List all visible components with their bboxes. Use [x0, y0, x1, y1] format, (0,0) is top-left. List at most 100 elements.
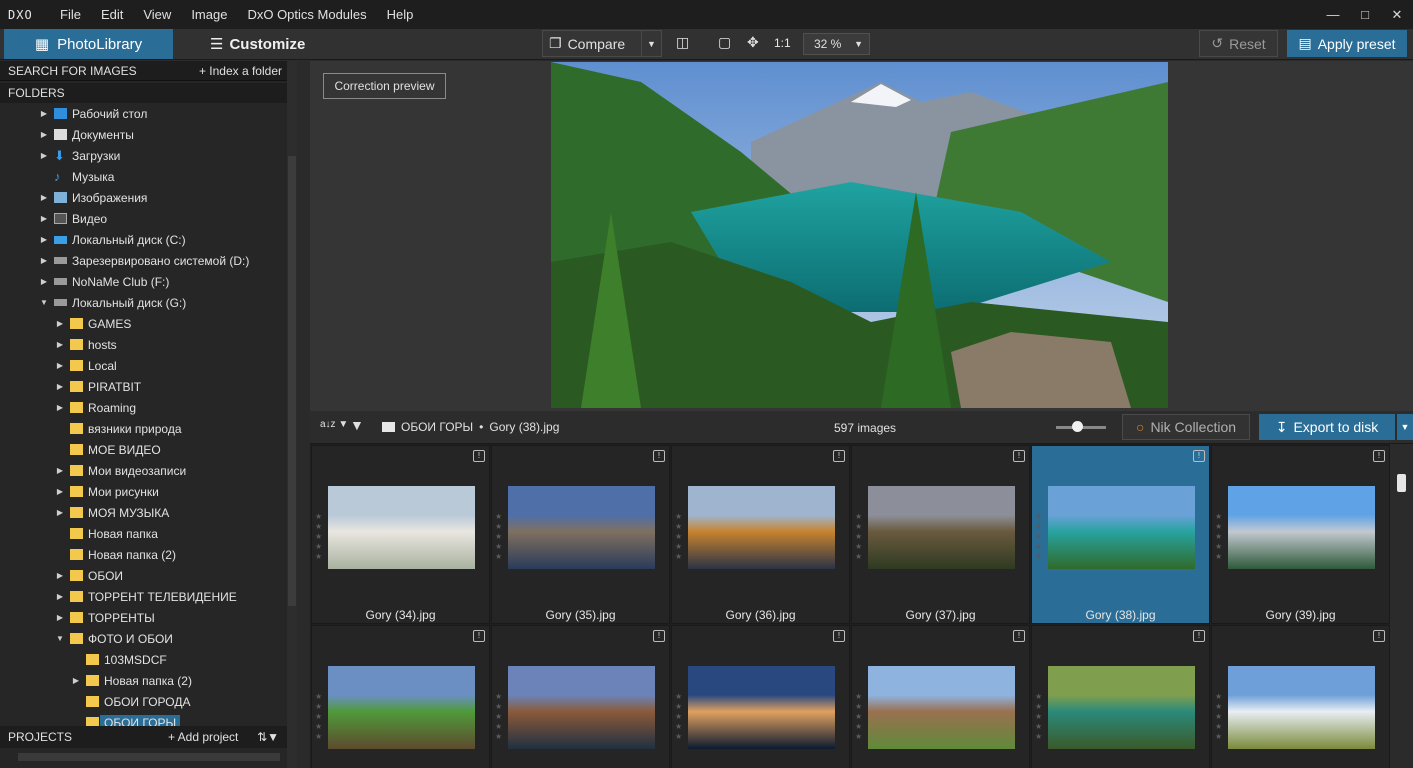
export-dropdown-icon[interactable]: ▼ [1397, 414, 1413, 440]
menu-edit[interactable]: Edit [91, 0, 133, 29]
rating-stars-icon[interactable]: ★ ★ ★ ★ ★ [495, 692, 503, 742]
maximize-icon[interactable]: □ [1349, 0, 1381, 29]
rating-stars-icon[interactable]: ★ ★ ★ ★ ★ [315, 512, 323, 562]
expand-right-icon[interactable]: ▶ [38, 214, 50, 223]
rating-stars-icon[interactable]: ★ ★ ★ ★ ★ [855, 512, 863, 562]
thumbnail-cell[interactable]: ★ ★ ★ ★ ★! Gory (38).jpg [1031, 445, 1210, 624]
folder-tree-item[interactable]: ▶ ⬇ Загрузки [0, 145, 287, 166]
folder-tree-item[interactable]: Новая папка (2) [0, 544, 287, 565]
folder-tree-item[interactable]: ▶ МОЯ МУЗЫКА [0, 502, 287, 523]
expand-right-icon[interactable]: ▶ [38, 277, 50, 286]
tab-customize[interactable]: ☰ Customize [210, 29, 305, 59]
expand-right-icon[interactable]: ▶ [54, 592, 66, 601]
zoom-select[interactable]: 32 % ▼ [803, 33, 870, 55]
expand-right-icon[interactable]: ▶ [38, 109, 50, 118]
expand-right-icon[interactable]: ▶ [54, 613, 66, 622]
left-panel-scrollbar-h[interactable] [0, 748, 287, 768]
thumbnail-image[interactable] [1228, 486, 1375, 569]
search-label[interactable]: SEARCH FOR IMAGES [8, 64, 137, 78]
folder-tree-item[interactable]: ▶ ОБОИ [0, 565, 287, 586]
thumbnail-image[interactable] [508, 666, 655, 749]
folder-tree-item[interactable]: ▶ Local [0, 355, 287, 376]
thumbnail-cell[interactable]: ★ ★ ★ ★ ★! [671, 625, 850, 768]
rating-stars-icon[interactable]: ★ ★ ★ ★ ★ [1035, 692, 1043, 742]
compare-dropdown-icon[interactable]: ▼ [641, 31, 661, 56]
move-icon[interactable]: ✥ [747, 34, 759, 51]
folder-tree-item[interactable]: ▶ Изображения [0, 187, 287, 208]
folder-tree-item[interactable]: ▶ Roaming [0, 397, 287, 418]
rating-stars-icon[interactable]: ★ ★ ★ ★ ★ [1215, 692, 1223, 742]
index-folder-link[interactable]: + Index a folder [199, 64, 282, 78]
expand-right-icon[interactable]: ▶ [38, 193, 50, 202]
slider-knob[interactable] [1072, 421, 1083, 432]
expand-right-icon[interactable]: ▶ [54, 382, 66, 391]
expand-right-icon[interactable]: ▶ [70, 676, 82, 685]
rating-stars-icon[interactable]: ★ ★ ★ ★ ★ [315, 692, 323, 742]
folder-tree-item[interactable]: вязники природа [0, 418, 287, 439]
folders-header[interactable]: FOLDERS [0, 83, 287, 103]
expand-down-icon[interactable]: ▼ [54, 634, 66, 643]
expand-right-icon[interactable]: ▶ [38, 151, 50, 160]
filter-icon[interactable]: ▼ [350, 417, 364, 433]
thumbnail-image[interactable] [1048, 666, 1195, 749]
thumbnail-image[interactable] [508, 486, 655, 569]
projects-label[interactable]: PROJECTS [8, 730, 72, 744]
expand-right-icon[interactable]: ▶ [54, 340, 66, 349]
thumbnail-image[interactable] [1228, 666, 1375, 749]
thumbnail-cell[interactable]: ★ ★ ★ ★ ★! [491, 625, 670, 768]
zoom-one-to-one[interactable]: 1:1 [774, 36, 791, 50]
left-panel-scrollbar[interactable] [287, 61, 297, 768]
expand-right-icon[interactable]: ▶ [54, 319, 66, 328]
minimize-icon[interactable]: — [1317, 0, 1349, 29]
fit-screen-icon[interactable]: ▢ [718, 34, 731, 51]
thumbnail-cell[interactable]: ★ ★ ★ ★ ★! Gory (37).jpg [851, 445, 1030, 624]
thumbnail-cell[interactable]: ★ ★ ★ ★ ★! [311, 625, 490, 768]
folder-tree-item[interactable]: ▶ hosts [0, 334, 287, 355]
breadcrumb-folder[interactable]: ОБОИ ГОРЫ [401, 420, 473, 434]
rating-stars-icon[interactable]: ★ ★ ★ ★ ★ [1215, 512, 1223, 562]
reset-button[interactable]: ↺ Reset [1199, 30, 1278, 57]
split-view-icon[interactable]: ◫ [676, 34, 689, 51]
grid-scrollbar[interactable] [1390, 444, 1413, 768]
rating-stars-icon[interactable]: ★ ★ ★ ★ ★ [675, 512, 683, 562]
panel-divider[interactable] [297, 61, 310, 768]
folder-tree-item[interactable]: ▶ ТОРРЕНТ ТЕЛЕВИДЕНИЕ [0, 586, 287, 607]
expand-right-icon[interactable]: ▶ [38, 130, 50, 139]
expand-right-icon[interactable]: ▶ [54, 466, 66, 475]
folder-tree-item[interactable]: ▶ Документы [0, 124, 287, 145]
folder-tree-item[interactable]: ▶ PIRATBIT [0, 376, 287, 397]
folder-tree-item[interactable]: ▶ ТОРРЕНТЫ [0, 607, 287, 628]
menu-view[interactable]: View [133, 0, 181, 29]
expand-right-icon[interactable]: ▶ [54, 571, 66, 580]
folder-tree-item[interactable]: ▶ Локальный диск (C:) [0, 229, 287, 250]
expand-right-icon[interactable]: ▶ [38, 235, 50, 244]
expand-right-icon[interactable]: ▶ [38, 256, 50, 265]
menu-file[interactable]: File [50, 0, 91, 29]
compare-button[interactable]: ❐ Compare ▼ [542, 30, 662, 57]
add-project-link[interactable]: + Add project [168, 730, 238, 744]
main-photo[interactable] [551, 62, 1168, 408]
nik-collection-button[interactable]: ○ Nik Collection [1122, 414, 1250, 440]
folder-tree-item[interactable]: ▶ Рабочий стол [0, 103, 287, 124]
rating-stars-icon[interactable]: ★ ★ ★ ★ ★ [675, 692, 683, 742]
folder-tree-item[interactable]: ▶ Видео [0, 208, 287, 229]
folder-tree-item[interactable]: ▶ Мои рисунки [0, 481, 287, 502]
folder-tree-item[interactable]: ▶ Новая папка (2) [0, 670, 287, 691]
folder-tree-item[interactable]: ▶ NoNaMe Club (F:) [0, 271, 287, 292]
thumbnail-image[interactable] [688, 666, 835, 749]
rating-stars-icon[interactable]: ★ ★ ★ ★ ★ [855, 692, 863, 742]
thumbnail-image[interactable] [868, 666, 1015, 749]
folder-tree-item[interactable]: 103MSDCF [0, 649, 287, 670]
folder-tree-item[interactable]: ▶ Зарезервировано системой (D:) [0, 250, 287, 271]
folder-tree-item[interactable]: ▼ ФОТО И ОБОИ [0, 628, 287, 649]
folder-tree-item[interactable]: МОЕ ВИДЕО [0, 439, 287, 460]
correction-preview-button[interactable]: Correction preview [323, 73, 446, 99]
thumbnail-cell[interactable]: ★ ★ ★ ★ ★! Gory (35).jpg [491, 445, 670, 624]
thumbnail-cell[interactable]: ★ ★ ★ ★ ★! [851, 625, 1030, 768]
rating-stars-icon[interactable]: ★ ★ ★ ★ ★ [1035, 512, 1043, 562]
menu-dxo-optics-modules[interactable]: DxO Optics Modules [237, 0, 376, 29]
expand-right-icon[interactable]: ▶ [54, 508, 66, 517]
thumbnail-image[interactable] [328, 666, 475, 749]
thumbnail-cell[interactable]: ★ ★ ★ ★ ★! [1211, 625, 1390, 768]
thumbnail-image[interactable] [688, 486, 835, 569]
